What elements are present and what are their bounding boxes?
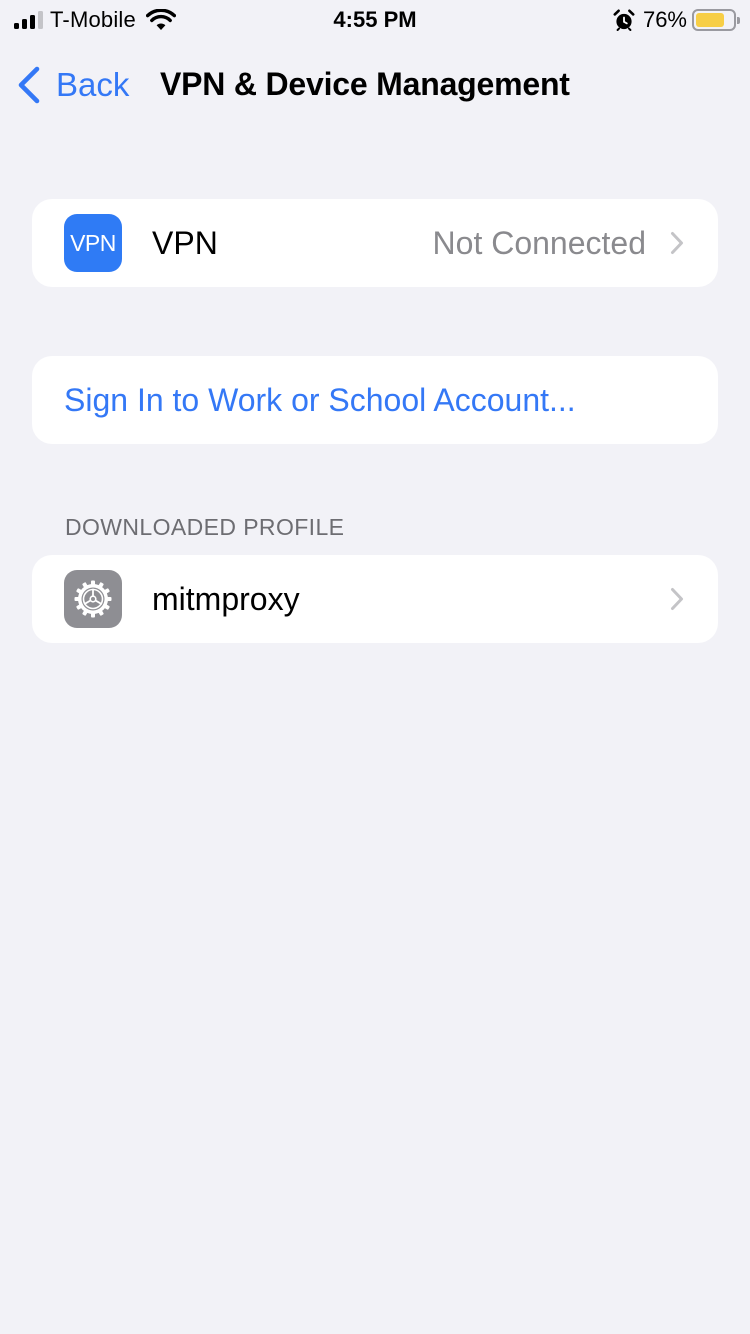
sign-in-work-school-link: Sign In to Work or School Account... xyxy=(64,382,576,418)
vpn-cell[interactable]: VPN VPN Not Connected xyxy=(32,199,718,287)
vpn-group: VPN VPN Not Connected xyxy=(32,199,718,287)
settings-app-icon xyxy=(64,570,122,628)
settings-gear-icon xyxy=(74,580,112,618)
page-title: VPN & Device Management xyxy=(160,66,570,102)
chevron-right-icon xyxy=(671,232,683,254)
alarm-clock-icon xyxy=(613,9,635,31)
vpn-icon-text: VPN xyxy=(70,229,116,256)
back-button[interactable]: Back xyxy=(16,62,129,108)
profile-name: mitmproxy xyxy=(152,581,300,617)
battery-percentage: 76% xyxy=(642,7,687,32)
vpn-status-detail: Not Connected xyxy=(432,225,646,261)
profile-cell-mitmproxy[interactable]: mitmproxy xyxy=(32,555,718,643)
chevron-left-icon xyxy=(18,66,40,104)
account-group: Sign In to Work or School Account... xyxy=(32,356,718,444)
downloaded-profile-header: DOWNLOADED PROFILE xyxy=(65,514,345,540)
chevron-right-icon xyxy=(671,588,683,610)
sign-in-work-school-cell[interactable]: Sign In to Work or School Account... xyxy=(32,356,718,444)
battery-icon xyxy=(692,9,740,31)
vpn-app-icon: VPN xyxy=(64,214,122,272)
status-bar-right: 76% xyxy=(613,7,740,33)
battery-cap xyxy=(737,17,740,24)
vpn-cell-title: VPN xyxy=(152,225,218,261)
downloaded-profile-group: mitmproxy xyxy=(32,555,718,643)
status-bar: T-Mobile 4:55 PM 76% xyxy=(0,0,750,40)
navigation-bar: Back VPN & Device Management xyxy=(0,58,750,112)
battery-level-fill xyxy=(696,13,724,27)
back-button-label: Back xyxy=(56,66,130,103)
